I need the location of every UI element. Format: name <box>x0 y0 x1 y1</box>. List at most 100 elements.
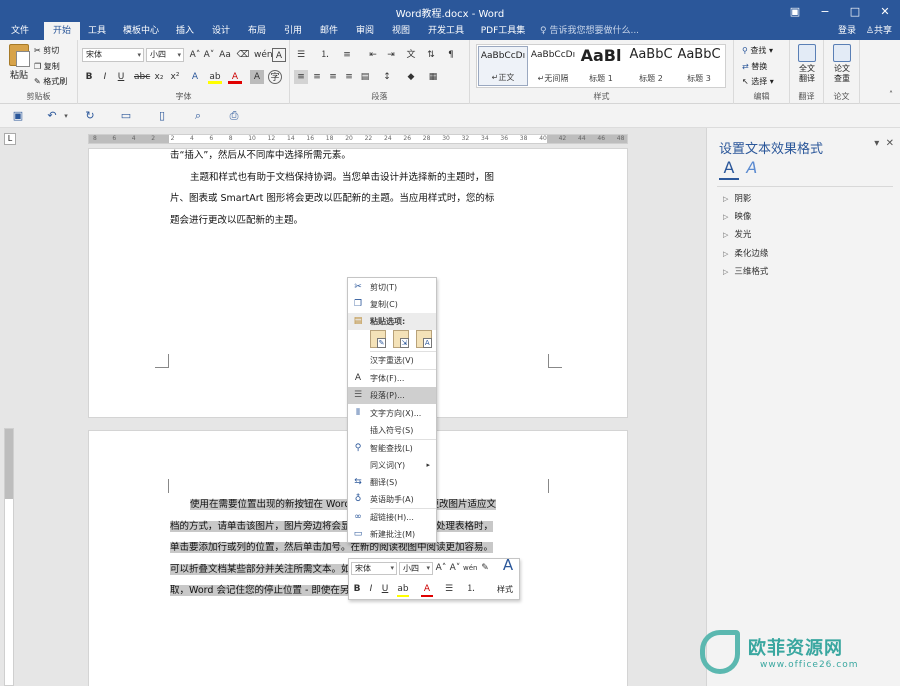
align-center-icon[interactable]: ≡ <box>310 70 324 84</box>
collapse-ribbon-icon[interactable]: ˄ <box>884 88 898 102</box>
paste-merge-format-icon[interactable]: ⇲ <box>392 330 409 348</box>
font-name-combo[interactable]: 宋体 ▾ <box>82 48 144 62</box>
mini-font-combo[interactable]: 宋体 ▾ <box>351 562 397 575</box>
pane-item-glow[interactable]: ▷ 发光 <box>723 228 751 240</box>
undo-dropdown-icon[interactable]: ▾ <box>58 108 74 124</box>
text-fill-outline-tab-icon[interactable]: A <box>719 158 739 180</box>
vertical-ruler[interactable] <box>4 428 14 686</box>
shrink-font-icon[interactable]: A˅ <box>449 562 461 574</box>
format-painter-icon[interactable]: ✎ <box>479 562 491 574</box>
font-size-combo[interactable]: 小四 ▾ <box>146 48 184 62</box>
font-color-icon[interactable]: A <box>228 70 242 84</box>
mini-size-combo[interactable]: 小四 ▾ <box>399 562 433 575</box>
close-button[interactable]: ✕ <box>870 0 900 22</box>
align-left-icon[interactable]: ≡ <box>294 70 308 84</box>
show-marks-icon[interactable]: ¶ <box>444 48 458 62</box>
phonetic-guide-icon[interactable]: wén <box>254 48 273 62</box>
tab-insert[interactable]: 插入 <box>170 22 200 40</box>
tab-design[interactable]: 设计 <box>206 22 236 40</box>
menu-translate[interactable]: ⇆ 翻译(S) <box>348 474 436 491</box>
menu-copy[interactable]: ❐ 复制(C) <box>348 296 436 313</box>
tab-selector[interactable]: L <box>4 133 16 145</box>
maximize-button[interactable]: □ <box>840 0 870 22</box>
bold-icon[interactable]: B <box>82 70 96 84</box>
copy-button[interactable]: ❐ 复制 <box>34 61 60 72</box>
tab-home[interactable]: 开始 <box>44 22 80 40</box>
select-button[interactable]: ↖ 选择 ▾ <box>742 76 774 87</box>
page-view-icon[interactable]: ▯ <box>154 108 170 124</box>
ribbon-display-options-icon[interactable]: ▣ <box>780 0 810 22</box>
two-pages-icon[interactable]: ▭ <box>118 108 134 124</box>
tab-templates[interactable]: 模板中心 <box>118 22 164 40</box>
justify-icon[interactable]: ≡ <box>342 70 356 84</box>
phonetic-guide-icon[interactable]: wén <box>463 562 477 574</box>
clear-format-icon[interactable]: ⌫ <box>236 48 250 62</box>
menu-hyperlink[interactable]: ∞ 超链接(H)... <box>348 509 436 526</box>
menu-synonyms[interactable]: 同义词(Y) ▸ <box>348 457 436 474</box>
tab-mailings[interactable]: 邮件 <box>314 22 344 40</box>
highlight-icon[interactable]: ab <box>397 583 409 597</box>
underline-icon[interactable]: U <box>114 70 128 84</box>
pane-item-shadow[interactable]: ▷ 阴影 <box>723 192 751 204</box>
menu-paragraph[interactable]: ☰ 段落(P)... <box>348 387 436 404</box>
horizontal-ruler[interactable]: 8 6 4 2 2 4 6 8 10 12 14 16 18 20 22 24 26 28 30 32 34 36 38 40… <box>88 134 628 144</box>
sign-in-link[interactable]: 登录 <box>838 22 856 40</box>
print-icon[interactable]: ⎙ <box>226 108 242 124</box>
grow-font-icon[interactable]: A˄ <box>188 48 202 62</box>
bullets-icon[interactable]: ☰ <box>443 583 455 595</box>
shrink-font-icon[interactable]: A˅ <box>202 48 216 62</box>
pane-close-icon[interactable]: ✕ <box>886 138 894 149</box>
tab-references[interactable]: 引用 <box>278 22 308 40</box>
italic-icon[interactable]: I <box>98 70 112 84</box>
text-effects-icon[interactable]: A <box>188 70 202 84</box>
text-effects-tab-icon[interactable]: A <box>742 158 762 180</box>
menu-insert-symbol[interactable]: 插入符号(S) <box>348 422 436 439</box>
numbering-icon[interactable]: ⒈ <box>318 48 332 62</box>
font-color-icon[interactable]: A <box>421 583 433 597</box>
numbering-icon[interactable]: ⒈ <box>465 583 477 595</box>
menu-smart-lookup[interactable]: ⚲ 智能查找(L) <box>348 440 436 457</box>
tab-tools[interactable]: 工具 <box>82 22 112 40</box>
chinese-layout-icon[interactable]: 文 <box>404 48 418 62</box>
multilevel-list-icon[interactable]: ≡ <box>340 48 354 62</box>
enclose-char-icon[interactable]: 字 <box>268 70 282 84</box>
char-border-icon[interactable]: A <box>272 48 286 62</box>
tab-layout[interactable]: 布局 <box>242 22 272 40</box>
line-spacing-icon[interactable]: ↕ <box>380 70 394 84</box>
mini-styles-label[interactable]: 样式 <box>497 584 513 595</box>
pane-item-reflection[interactable]: ▷ 映像 <box>723 210 751 222</box>
tab-pdf-tools[interactable]: PDF工具集 <box>476 22 530 40</box>
page1-text[interactable]: 击“插入”，然后从不同库中选择所需元素。 主题和样式也有助于文档保持协调。当您单… <box>170 145 542 231</box>
tab-review[interactable]: 审阅 <box>350 22 380 40</box>
paste-text-only-icon[interactable]: A <box>415 330 432 348</box>
style-heading-1[interactable]: AaBl 标题 1 <box>576 46 626 86</box>
sort-icon[interactable]: ⇅ <box>424 48 438 62</box>
minimize-button[interactable]: − <box>810 0 840 22</box>
increase-indent-icon[interactable]: ⇥ <box>384 48 398 62</box>
full-translate-button[interactable]: 全文 翻译 <box>792 44 822 84</box>
paste-keep-format-icon[interactable]: ✎ <box>370 330 386 348</box>
find-button[interactable]: ⚲ 查找 ▾ <box>742 45 773 56</box>
menu-cut[interactable]: ✂ 剪切(T) <box>348 279 436 296</box>
style-heading-2[interactable]: AaBbC 标题 2 <box>626 46 676 86</box>
style-no-spacing[interactable]: AaBbCcDı ↵无间隔 <box>528 46 578 86</box>
menu-new-comment[interactable]: ▭ 新建批注(M) <box>348 526 436 543</box>
pane-item-soft-edges[interactable]: ▷ 柔化边缘 <box>723 247 768 259</box>
paste-button[interactable]: 粘贴 <box>6 44 32 86</box>
styles-icon[interactable]: A <box>499 558 517 573</box>
italic-icon[interactable]: I <box>365 583 377 595</box>
shading-icon[interactable]: ◆ <box>404 70 418 84</box>
replace-button[interactable]: ⇄ 替换 <box>742 61 767 72</box>
pane-options-icon[interactable]: ▾ <box>874 138 879 149</box>
style-normal[interactable]: AaBbCcDı ↵正文 <box>478 46 528 86</box>
subscript-icon[interactable]: x₂ <box>152 70 166 84</box>
decrease-indent-icon[interactable]: ⇤ <box>366 48 380 62</box>
superscript-icon[interactable]: x² <box>168 70 182 84</box>
distributed-icon[interactable]: ▤ <box>358 70 372 84</box>
cut-button[interactable]: ✂ 剪切 <box>34 45 59 56</box>
highlight-icon[interactable]: ab <box>208 70 222 84</box>
share-button[interactable]: ♙共享 <box>866 22 892 40</box>
tell-me-search[interactable]: ♀ 告诉我您想要做什么... <box>540 22 639 40</box>
save-icon[interactable]: ▣ <box>10 108 26 124</box>
paper-check-button[interactable]: 论文 查重 <box>827 44 857 84</box>
